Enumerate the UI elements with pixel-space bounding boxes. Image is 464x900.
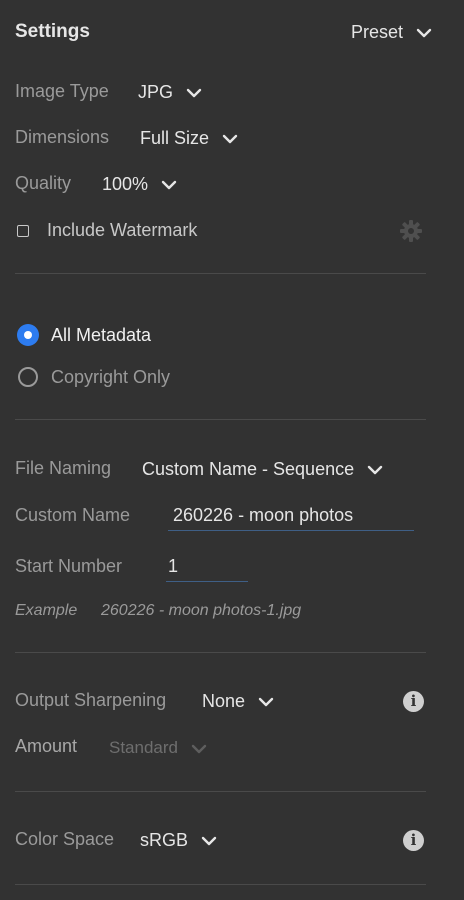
- chevron-down-icon: [367, 466, 383, 475]
- image-type-label: Image Type: [15, 81, 109, 101]
- info-icon[interactable]: i: [403, 691, 424, 712]
- chevron-down-icon: [191, 744, 206, 753]
- section-divider: [15, 419, 426, 420]
- amount-value: Standard: [109, 738, 178, 757]
- quality-dropdown[interactable]: 100%: [102, 174, 177, 195]
- output-sharpening-dropdown[interactable]: None: [202, 691, 274, 712]
- quality-label: Quality: [15, 173, 72, 193]
- image-type-dropdown[interactable]: JPG: [138, 82, 202, 103]
- chevron-down-icon: [201, 837, 217, 846]
- output-sharpening-label: Output Sharpening: [15, 690, 167, 710]
- preset-label: Preset: [351, 22, 404, 42]
- include-watermark-label: Include Watermark: [47, 220, 198, 240]
- all-metadata-radio[interactable]: [17, 324, 39, 346]
- amount-dropdown[interactable]: Standard: [109, 738, 207, 758]
- amount-label: Amount: [15, 736, 78, 756]
- section-divider: [15, 652, 426, 653]
- preset-dropdown[interactable]: Preset: [351, 22, 432, 43]
- all-metadata-label: All Metadata: [51, 325, 152, 345]
- chevron-down-icon: [258, 698, 274, 707]
- example-value: 260226 - moon photos-1.jpg: [101, 602, 302, 619]
- info-icon[interactable]: i: [403, 830, 424, 851]
- start-number-label: Start Number: [15, 556, 123, 576]
- file-naming-dropdown[interactable]: Custom Name - Sequence: [142, 459, 383, 480]
- image-type-value: JPG: [138, 82, 174, 102]
- custom-name-input[interactable]: 260226 - moon photos: [168, 502, 414, 531]
- dimensions-value: Full Size: [140, 128, 210, 148]
- example-label: Example: [15, 602, 78, 619]
- copyright-only-label: Copyright Only: [51, 367, 171, 387]
- dimensions-label: Dimensions: [15, 127, 110, 147]
- quality-value: 100%: [102, 174, 149, 194]
- section-divider: [15, 884, 426, 885]
- gear-icon[interactable]: [399, 219, 423, 243]
- dimensions-dropdown[interactable]: Full Size: [140, 128, 238, 149]
- section-divider: [15, 273, 426, 274]
- chevron-down-icon: [186, 89, 202, 98]
- output-sharpening-value: None: [202, 691, 246, 711]
- include-watermark-checkbox[interactable]: [17, 225, 29, 237]
- file-naming-label: File Naming: [15, 458, 112, 478]
- color-space-value: sRGB: [140, 830, 189, 850]
- settings-title: Settings: [15, 21, 90, 42]
- chevron-down-icon: [161, 181, 177, 190]
- file-naming-value: Custom Name - Sequence: [142, 459, 355, 479]
- color-space-label: Color Space: [15, 829, 115, 849]
- chevron-down-icon: [222, 135, 238, 144]
- color-space-dropdown[interactable]: sRGB: [140, 830, 217, 851]
- chevron-down-icon: [416, 29, 432, 38]
- custom-name-value: 260226 - moon photos: [173, 505, 354, 525]
- start-number-value: 1: [168, 556, 179, 576]
- copyright-only-radio[interactable]: [18, 367, 38, 387]
- section-divider: [15, 791, 426, 792]
- custom-name-label: Custom Name: [15, 505, 131, 525]
- start-number-input[interactable]: 1: [166, 553, 248, 582]
